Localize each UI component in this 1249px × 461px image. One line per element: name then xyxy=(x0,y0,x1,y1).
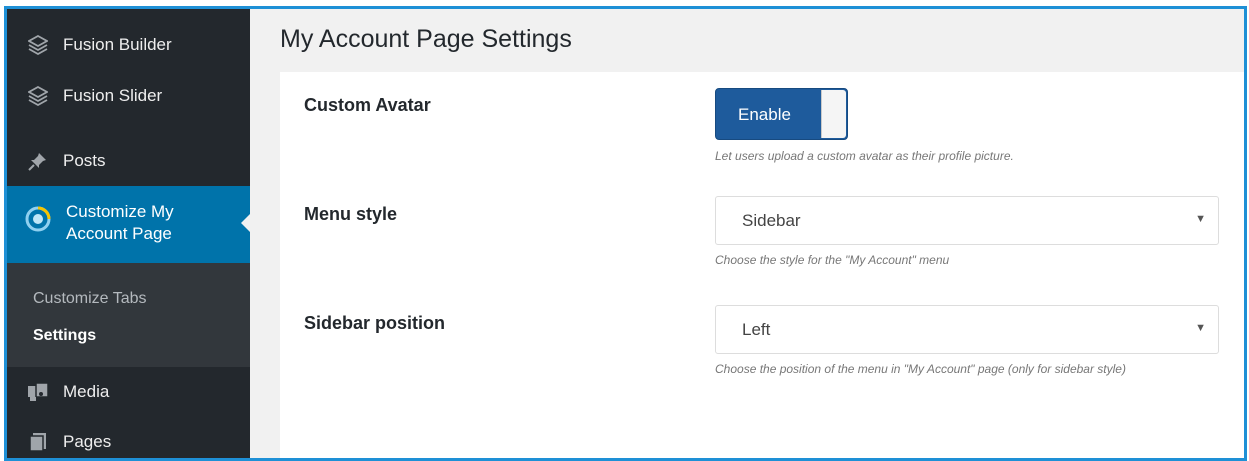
sidebar-submenu: Customize Tabs Settings xyxy=(7,263,250,367)
menu-style-select[interactable]: Sidebar ▼ xyxy=(715,196,1219,245)
screenshot-frame: Fusion Builder Fusion Slider Posts Custo… xyxy=(4,6,1247,461)
main-content: My Account Page Settings Custom Avatar E… xyxy=(250,9,1244,458)
custom-avatar-description: Let users upload a custom avatar as thei… xyxy=(715,149,1014,163)
sidebar-position-description: Choose the position of the menu in "My A… xyxy=(715,362,1126,376)
media-icon xyxy=(27,381,49,403)
sidebar-item-fusion-builder[interactable]: Fusion Builder xyxy=(7,20,250,70)
custom-avatar-label: Custom Avatar xyxy=(304,95,431,115)
sidebar-item-label: Fusion Slider xyxy=(63,86,163,105)
sidebar-position-label: Sidebar position xyxy=(304,313,446,333)
menu-style-description: Choose the style for the "My Account" me… xyxy=(715,253,950,267)
sidebar-item-media[interactable]: Media xyxy=(7,367,250,417)
chevron-down-icon: ▼ xyxy=(1195,322,1206,334)
active-indicator xyxy=(241,214,250,232)
sidebar-position-select[interactable]: Left ▼ xyxy=(715,305,1219,354)
settings-panel: Custom Avatar Enable Let users upload a … xyxy=(280,72,1244,458)
sidebar-item-label: Media xyxy=(63,382,110,401)
fusion-slider-icon xyxy=(27,85,49,107)
sidebar-item-customize-my-account-page[interactable]: Customize My Account Page xyxy=(7,186,250,263)
sidebar-item-posts[interactable]: Posts xyxy=(7,136,250,186)
menu-style-label: Menu style xyxy=(304,204,398,224)
sidebar-item-fusion-slider[interactable]: Fusion Slider xyxy=(7,71,250,121)
fusion-builder-icon xyxy=(27,34,49,56)
sidebar-item-pages[interactable]: Pages xyxy=(7,417,250,458)
select-value: Sidebar xyxy=(742,211,801,230)
toggle-knob xyxy=(821,90,846,138)
sidebar-item-label: Posts xyxy=(63,151,106,170)
custom-avatar-toggle[interactable]: Enable xyxy=(715,88,848,140)
admin-sidebar: Fusion Builder Fusion Slider Posts Custo… xyxy=(7,9,250,458)
sidebar-item-label: Customize My Account Page xyxy=(66,202,174,243)
sidebar-item-label: Fusion Builder xyxy=(63,35,172,54)
submenu-item-customize-tabs[interactable]: Customize Tabs xyxy=(33,290,147,308)
toggle-state-text: Enable xyxy=(738,105,791,124)
account-page-icon xyxy=(25,206,51,232)
pages-icon xyxy=(27,431,49,453)
page-title: My Account Page Settings xyxy=(280,25,572,53)
submenu-item-settings[interactable]: Settings xyxy=(33,327,96,345)
select-value: Left xyxy=(742,320,771,339)
pushpin-icon xyxy=(27,150,49,172)
sidebar-item-label: Pages xyxy=(63,432,112,451)
chevron-down-icon: ▼ xyxy=(1195,213,1206,225)
